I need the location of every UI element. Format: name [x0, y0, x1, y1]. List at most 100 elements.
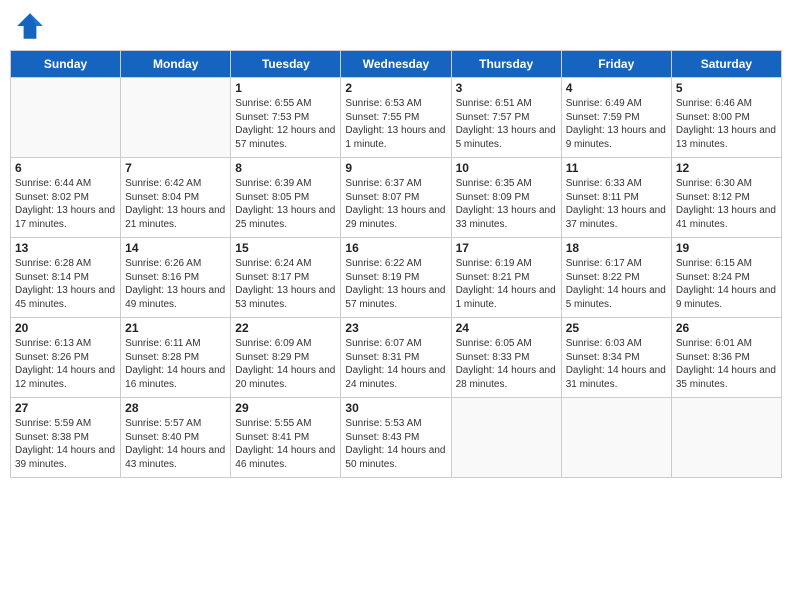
day-number: 25: [566, 321, 667, 335]
day-number: 18: [566, 241, 667, 255]
day-number: 15: [235, 241, 336, 255]
day-of-week-header: Monday: [121, 51, 231, 78]
day-number: 29: [235, 401, 336, 415]
day-info: Sunrise: 6:30 AM Sunset: 8:12 PM Dayligh…: [676, 177, 777, 231]
day-number: 21: [125, 321, 226, 335]
day-number: 3: [456, 81, 557, 95]
calendar-cell: 18 Sunrise: 6:17 AM Sunset: 8:22 PM Dayli…: [561, 238, 671, 318]
day-number: 1: [235, 81, 336, 95]
day-info: Sunrise: 6:15 AM Sunset: 8:24 PM Dayligh…: [676, 257, 777, 311]
day-of-week-header: Saturday: [671, 51, 781, 78]
day-number: 13: [15, 241, 116, 255]
logo: [14, 10, 50, 42]
day-info: Sunrise: 6:24 AM Sunset: 8:17 PM Dayligh…: [235, 257, 336, 311]
calendar-cell: 7 Sunrise: 6:42 AM Sunset: 8:04 PM Daylig…: [121, 158, 231, 238]
day-number: 11: [566, 161, 667, 175]
day-info: Sunrise: 6:22 AM Sunset: 8:19 PM Dayligh…: [345, 257, 446, 311]
day-info: Sunrise: 6:37 AM Sunset: 8:07 PM Dayligh…: [345, 177, 446, 231]
day-info: Sunrise: 5:53 AM Sunset: 8:43 PM Dayligh…: [345, 417, 446, 471]
day-info: Sunrise: 6:49 AM Sunset: 7:59 PM Dayligh…: [566, 97, 667, 151]
calendar-cell: [561, 398, 671, 478]
day-number: 20: [15, 321, 116, 335]
day-info: Sunrise: 6:19 AM Sunset: 8:21 PM Dayligh…: [456, 257, 557, 311]
day-number: 17: [456, 241, 557, 255]
calendar-cell: 22Sunrise: 6:09 AM Sunset: 8:29 PM Dayli…: [231, 318, 341, 398]
day-number: 19: [676, 241, 777, 255]
day-number: 12: [676, 161, 777, 175]
calendar-week-row: 6 Sunrise: 6:44 AM Sunset: 8:02 PM Daylig…: [11, 158, 782, 238]
day-number: 8: [235, 161, 336, 175]
day-of-week-header: Wednesday: [341, 51, 451, 78]
day-info: Sunrise: 6:11 AM Sunset: 8:28 PM Dayligh…: [125, 337, 226, 391]
day-of-week-header: Sunday: [11, 51, 121, 78]
day-number: 2: [345, 81, 446, 95]
day-number: 14: [125, 241, 226, 255]
day-number: 28: [125, 401, 226, 415]
day-of-week-header: Thursday: [451, 51, 561, 78]
day-info: Sunrise: 6:26 AM Sunset: 8:16 PM Dayligh…: [125, 257, 226, 311]
calendar-cell: 9 Sunrise: 6:37 AM Sunset: 8:07 PM Daylig…: [341, 158, 451, 238]
calendar-cell: 3 Sunrise: 6:51 AM Sunset: 7:57 PM Daylig…: [451, 78, 561, 158]
page-header: [10, 10, 782, 42]
calendar-cell: [451, 398, 561, 478]
calendar-cell: [121, 78, 231, 158]
day-info: Sunrise: 6:28 AM Sunset: 8:14 PM Dayligh…: [15, 257, 116, 311]
day-info: Sunrise: 6:17 AM Sunset: 8:22 PM Dayligh…: [566, 257, 667, 311]
calendar-cell: 20 Sunrise: 6:13 AM Sunset: 8:26 PM Dayli…: [11, 318, 121, 398]
day-of-week-header: Tuesday: [231, 51, 341, 78]
day-number: 7: [125, 161, 226, 175]
calendar-cell: 29 Sunrise: 5:55 AM Sunset: 8:41 PM Dayli…: [231, 398, 341, 478]
day-number: 27: [15, 401, 116, 415]
calendar-cell: 2Sunrise: 6:53 AM Sunset: 7:55 PM Daylig…: [341, 78, 451, 158]
day-info: Sunrise: 5:57 AM Sunset: 8:40 PM Dayligh…: [125, 417, 226, 471]
calendar-cell: 19 Sunrise: 6:15 AM Sunset: 8:24 PM Dayli…: [671, 238, 781, 318]
day-number: 22: [235, 321, 336, 335]
day-number: 9: [345, 161, 446, 175]
day-info: Sunrise: 6:05 AM Sunset: 8:33 PM Dayligh…: [456, 337, 557, 391]
calendar-cell: 23Sunrise: 6:07 AM Sunset: 8:31 PM Dayli…: [341, 318, 451, 398]
day-info: Sunrise: 6:42 AM Sunset: 8:04 PM Dayligh…: [125, 177, 226, 231]
day-of-week-header: Friday: [561, 51, 671, 78]
calendar-cell: 8Sunrise: 6:39 AM Sunset: 8:05 PM Daylig…: [231, 158, 341, 238]
day-info: Sunrise: 6:35 AM Sunset: 8:09 PM Dayligh…: [456, 177, 557, 231]
day-number: 26: [676, 321, 777, 335]
calendar-week-row: 27 Sunrise: 5:59 AM Sunset: 8:38 PM Dayli…: [11, 398, 782, 478]
calendar-cell: 12 Sunrise: 6:30 AM Sunset: 8:12 PM Dayli…: [671, 158, 781, 238]
calendar-cell: 27 Sunrise: 5:59 AM Sunset: 8:38 PM Dayli…: [11, 398, 121, 478]
day-info: Sunrise: 6:13 AM Sunset: 8:26 PM Dayligh…: [15, 337, 116, 391]
calendar-cell: 30 Sunrise: 5:53 AM Sunset: 8:43 PM Dayli…: [341, 398, 451, 478]
calendar-cell: [11, 78, 121, 158]
calendar-header-row: SundayMondayTuesdayWednesdayThursdayFrid…: [11, 51, 782, 78]
day-number: 10: [456, 161, 557, 175]
calendar-cell: 25 Sunrise: 6:03 AM Sunset: 8:34 PM Dayli…: [561, 318, 671, 398]
day-info: Sunrise: 6:46 AM Sunset: 8:00 PM Dayligh…: [676, 97, 777, 151]
day-info: Sunrise: 6:01 AM Sunset: 8:36 PM Dayligh…: [676, 337, 777, 391]
calendar-cell: 5Sunrise: 6:46 AM Sunset: 8:00 PM Daylig…: [671, 78, 781, 158]
calendar-cell: 6 Sunrise: 6:44 AM Sunset: 8:02 PM Daylig…: [11, 158, 121, 238]
day-number: 24: [456, 321, 557, 335]
calendar-cell: 24 Sunrise: 6:05 AM Sunset: 8:33 PM Dayli…: [451, 318, 561, 398]
calendar-cell: 13 Sunrise: 6:28 AM Sunset: 8:14 PM Dayli…: [11, 238, 121, 318]
calendar-cell: 1Sunrise: 6:55 AM Sunset: 7:53 PM Daylig…: [231, 78, 341, 158]
day-info: Sunrise: 6:03 AM Sunset: 8:34 PM Dayligh…: [566, 337, 667, 391]
day-number: 30: [345, 401, 446, 415]
day-info: Sunrise: 5:59 AM Sunset: 8:38 PM Dayligh…: [15, 417, 116, 471]
calendar-cell: [671, 398, 781, 478]
day-number: 6: [15, 161, 116, 175]
calendar-cell: 21 Sunrise: 6:11 AM Sunset: 8:28 PM Dayli…: [121, 318, 231, 398]
calendar-cell: 15 Sunrise: 6:24 AM Sunset: 8:17 PM Dayli…: [231, 238, 341, 318]
calendar-cell: 28 Sunrise: 5:57 AM Sunset: 8:40 PM Dayli…: [121, 398, 231, 478]
day-info: Sunrise: 6:51 AM Sunset: 7:57 PM Dayligh…: [456, 97, 557, 151]
calendar-cell: 11 Sunrise: 6:33 AM Sunset: 8:11 PM Dayli…: [561, 158, 671, 238]
calendar-cell: 17 Sunrise: 6:19 AM Sunset: 8:21 PM Dayli…: [451, 238, 561, 318]
day-number: 16: [345, 241, 446, 255]
day-info: Sunrise: 5:55 AM Sunset: 8:41 PM Dayligh…: [235, 417, 336, 471]
logo-icon: [14, 10, 46, 42]
day-info: Sunrise: 6:44 AM Sunset: 8:02 PM Dayligh…: [15, 177, 116, 231]
day-info: Sunrise: 6:07 AM Sunset: 8:31 PM Dayligh…: [345, 337, 446, 391]
day-info: Sunrise: 6:33 AM Sunset: 8:11 PM Dayligh…: [566, 177, 667, 231]
calendar-cell: 16 Sunrise: 6:22 AM Sunset: 8:19 PM Dayli…: [341, 238, 451, 318]
calendar-table: SundayMondayTuesdayWednesdayThursdayFrid…: [10, 50, 782, 478]
calendar-cell: 26 Sunrise: 6:01 AM Sunset: 8:36 PM Dayli…: [671, 318, 781, 398]
calendar-cell: 4Sunrise: 6:49 AM Sunset: 7:59 PM Daylig…: [561, 78, 671, 158]
